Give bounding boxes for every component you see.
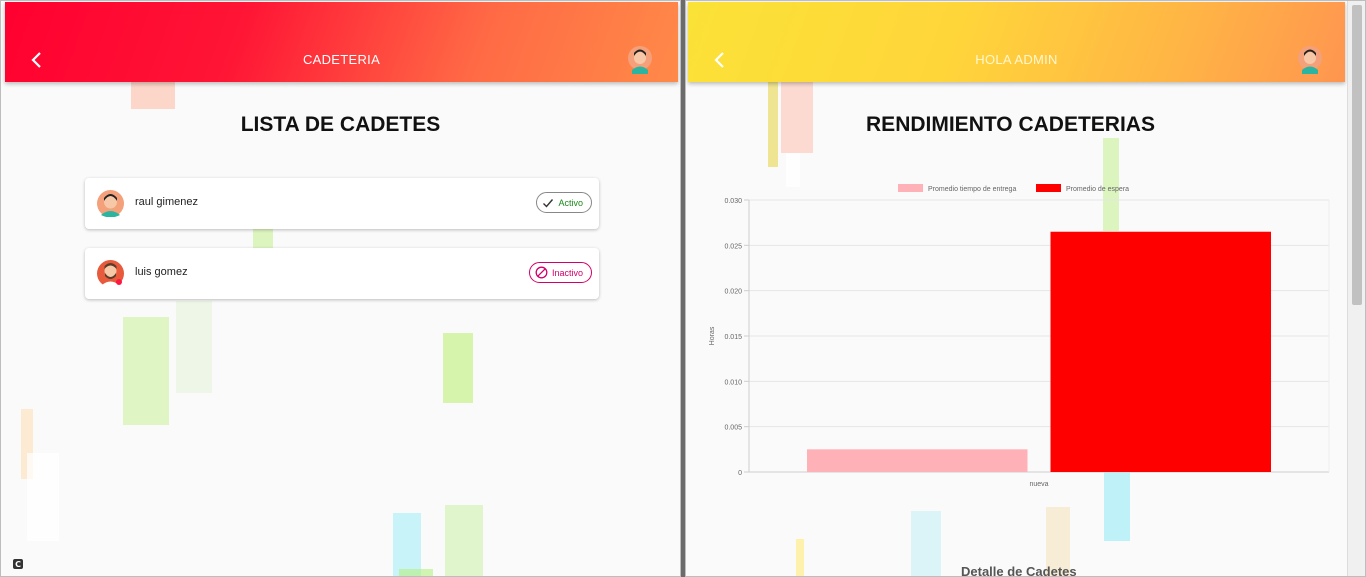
cadete-name: raul gimenez <box>135 196 198 208</box>
app-bar-title: CADETERIA <box>302 52 381 67</box>
top-app-bar: HOLA ADMIN <box>688 2 1345 82</box>
user-avatar-icon <box>97 260 124 287</box>
section-subtitle: Detalle de Cadetes <box>961 564 1077 577</box>
app-bar-title: HOLA ADMIN <box>975 52 1058 67</box>
decor-block <box>131 81 175 109</box>
decor-block <box>768 81 778 167</box>
top-app-bar: CADETERIA <box>5 2 678 82</box>
y-tick-label: 0.020 <box>724 289 742 296</box>
y-tick-label: 0.030 <box>724 198 742 205</box>
corner-badge-letter: C <box>15 560 21 569</box>
decor-block <box>796 539 804 576</box>
check-icon <box>543 198 554 208</box>
status-chip-active[interactable]: Activo <box>536 192 592 213</box>
decor-block <box>393 513 421 576</box>
decor-block <box>911 511 941 576</box>
decor-block <box>27 453 59 541</box>
cadeteria-pane: CADETERIA LISTA DE CADETES raul gimenez … <box>0 0 681 577</box>
decor-block <box>123 317 169 425</box>
y-axis-label: Horas <box>709 326 716 345</box>
x-tick-label: nueva <box>1029 481 1048 488</box>
legend-swatch <box>1036 184 1061 192</box>
y-tick-label: 0.005 <box>724 425 742 432</box>
y-tick-label: 0 <box>738 470 742 477</box>
user-avatar-icon <box>97 190 124 217</box>
legend-label: Promedio de espera <box>1066 186 1129 193</box>
decor-block <box>781 81 813 153</box>
dashboard-pane: HOLA ADMIN RENDIMIENTO CADETERIAS 0 0.005… <box>685 0 1366 577</box>
y-tick-label: 0.025 <box>724 243 742 250</box>
cadete-card[interactable]: raul gimenez Activo <box>85 178 599 229</box>
status-label: Inactivo <box>551 267 583 278</box>
decor-block <box>399 569 433 576</box>
status-chip-inactive[interactable]: Inactivo <box>528 262 592 283</box>
user-avatar-icon[interactable] <box>1297 46 1323 74</box>
legend-swatch <box>898 184 923 192</box>
legend-label: Promedio tiempo de entrega <box>928 186 1016 193</box>
block-icon <box>535 266 548 279</box>
bar-1 <box>1050 231 1271 472</box>
status-label: Activo <box>558 197 583 208</box>
y-tick-label: 0.015 <box>724 334 742 341</box>
decor-block <box>445 505 483 576</box>
y-tick-label: 0.010 <box>724 379 742 386</box>
user-avatar-icon[interactable] <box>627 46 653 74</box>
decor-block <box>253 229 273 249</box>
scrollbar-thumb[interactable] <box>1352 5 1362 305</box>
corner-badge-icon: C <box>13 559 23 569</box>
page-title: LISTA DE CADETES <box>240 113 441 136</box>
bar-0 <box>807 449 1028 472</box>
decor-block <box>176 301 212 393</box>
cadete-name: luis gomez <box>135 266 188 278</box>
vertical-scrollbar[interactable] <box>1347 1 1365 576</box>
decor-block <box>443 333 473 403</box>
cadete-card[interactable]: luis gomez Inactivo <box>85 248 599 299</box>
performance-bar-chart: 0 0.005 0.010 0.015 0.020 0.025 0.030 Horas nuev… <box>709 184 1330 488</box>
